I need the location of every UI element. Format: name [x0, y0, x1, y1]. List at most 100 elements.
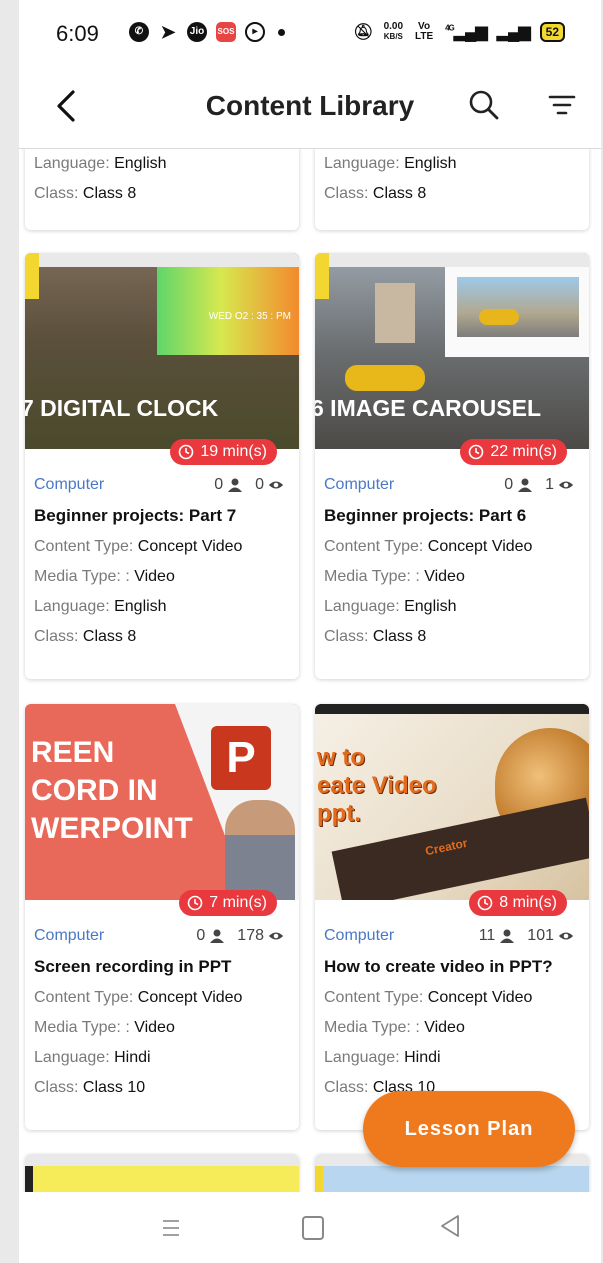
card-media-type: Media Type: : Video: [34, 568, 175, 585]
card-language: Language: Hindi: [34, 1049, 151, 1066]
thumbnail-clock-text: WED O2 : 35 : PM: [208, 311, 291, 322]
user-icon: [500, 929, 515, 943]
lesson-plan-button[interactable]: Lesson Plan: [363, 1091, 575, 1167]
subject-label: Computer: [324, 476, 395, 493]
thumbnail-title: 6 IMAGE CAROUSEL: [315, 395, 542, 421]
video-thumbnail[interactable]: WED O2 : 35 : PM 7 DIGITAL CLOCK: [25, 253, 299, 449]
clock-icon: [469, 444, 484, 460]
card-language: Language: English: [34, 155, 167, 172]
battery-icon: 52: [539, 22, 565, 42]
notification-icons: ✆ ➤ Jio SOS ▸: [129, 22, 285, 42]
card-class: Class: Class 10: [34, 1079, 146, 1096]
video-thumbnail[interactable]: w to eate Video ppt. Creator: [315, 704, 589, 900]
filter-icon[interactable]: [547, 90, 577, 120]
subject-label: Computer: [324, 927, 395, 944]
subject-label: Computer: [34, 927, 105, 944]
recent-apps-icon[interactable]: [162, 1218, 180, 1238]
status-bar: 6:09 ✆ ➤ Jio SOS ▸ 🔕︎ 0.00 KB/S Vo LTE 4…: [19, 0, 601, 68]
card-content-type: Content Type: Concept Video: [324, 989, 533, 1006]
card-title: Beginner projects: Part 6: [324, 506, 527, 525]
eye-icon: [558, 481, 574, 489]
powerpoint-logo: P: [211, 726, 271, 790]
duration-badge: 7 min(s): [179, 890, 277, 916]
card-language: Language: Hindi: [324, 1049, 441, 1066]
thumbnail-title: 7 DIGITAL CLOCK: [25, 395, 219, 421]
card-stats: 0 1: [504, 476, 574, 494]
eye-icon: [558, 932, 574, 940]
card-stats: 0 178: [196, 927, 284, 945]
content-card-partial[interactable]: Language: English Class: Class 8: [25, 149, 299, 230]
users-count: 0: [214, 476, 224, 493]
thumbnail-title: w to eate Video ppt.: [317, 744, 437, 827]
thumbnail-preview-window: [445, 267, 589, 357]
eye-icon: [268, 932, 284, 940]
net-speed-value: 0.00: [383, 21, 404, 32]
content-card[interactable]: 6 IMAGE CAROUSEL 22 min(s) Computer 0 1 …: [315, 253, 589, 679]
card-stats: 11 101: [479, 927, 574, 945]
phone-screen: 6:09 ✆ ➤ Jio SOS ▸ 🔕︎ 0.00 KB/S Vo LTE 4…: [19, 0, 601, 1263]
thumbnail-title: REEN CORD IN WERPOINT: [31, 736, 193, 845]
presenter-photo: [225, 800, 295, 900]
card-stats: 0 0: [214, 476, 284, 494]
users-count: 0: [504, 476, 514, 493]
content-card[interactable]: w to eate Video ppt. Creator 8 min(s) Co…: [315, 704, 589, 1130]
duration-text: 19 min(s): [200, 443, 267, 460]
users-count: 11: [478, 927, 496, 944]
telegram-icon: ➤: [160, 22, 176, 42]
status-indicators: 🔕︎ 0.00 KB/S Vo LTE 4G▂▄▆ ▂▄▆ 52: [353, 22, 565, 42]
app-bar: Content Library: [19, 68, 601, 149]
card-content-type: Content Type: Concept Video: [34, 538, 243, 555]
volte-icon: Vo LTE: [414, 21, 434, 42]
user-icon: [210, 929, 225, 943]
card-class: Class: Class 8: [324, 185, 427, 202]
clock-icon: [179, 444, 194, 460]
duration-badge: 22 min(s): [460, 439, 567, 465]
user-icon: [518, 478, 533, 492]
card-media-type: Media Type: : Video: [324, 1019, 465, 1036]
play-icon: ▸: [245, 22, 265, 42]
card-content-type: Content Type: Concept Video: [34, 989, 243, 1006]
signal-4g-icon: 4G▂▄▆: [445, 23, 488, 41]
card-class: Class: Class 8: [324, 628, 427, 645]
duration-text: 7 min(s): [209, 894, 267, 911]
search-icon[interactable]: [467, 88, 501, 122]
card-title: Beginner projects: Part 7: [34, 506, 237, 525]
card-class: Class: Class 8: [34, 185, 137, 202]
card-media-type: Media Type: : Video: [324, 568, 465, 585]
views-count: 101: [527, 927, 554, 944]
duration-text: 22 min(s): [490, 443, 557, 460]
card-language: Language: English: [324, 598, 457, 615]
net-speed-unit: KB/S: [383, 32, 403, 41]
user-icon: [228, 478, 243, 492]
views-count: 0: [255, 476, 264, 493]
views-count: 1: [545, 476, 554, 493]
content-card[interactable]: P REEN CORD IN WERPOINT 7 min(s) Compute…: [25, 704, 299, 1130]
net-speed: 0.00 KB/S: [384, 22, 403, 42]
content-card[interactable]: WED O2 : 35 : PM 7 DIGITAL CLOCK 19 min(…: [25, 253, 299, 679]
users-count: 0: [196, 927, 206, 944]
home-icon[interactable]: [302, 1216, 324, 1240]
card-title: Screen recording in PPT: [34, 957, 232, 976]
subject-label: Computer: [34, 476, 105, 493]
card-media-type: Media Type: : Video: [34, 1019, 175, 1036]
video-thumbnail[interactable]: P REEN CORD IN WERPOINT: [25, 704, 299, 900]
signal-icon: ▂▄▆: [496, 24, 531, 41]
clock-icon: [477, 895, 493, 911]
eye-icon: [268, 481, 284, 489]
whatsapp-icon: ✆: [129, 22, 149, 42]
thumbnail-preview-window: WED O2 : 35 : PM: [157, 267, 299, 355]
content-card-partial[interactable]: Language: English Class: Class 8: [315, 149, 589, 230]
video-thumbnail[interactable]: 6 IMAGE CAROUSEL: [315, 253, 589, 449]
mute-icon: 🔕︎: [353, 24, 374, 41]
content-card-partial[interactable]: [25, 1154, 299, 1192]
sos-icon: SOS: [216, 22, 236, 42]
card-content-type: Content Type: Concept Video: [324, 538, 533, 555]
status-time: 6:09: [56, 21, 99, 46]
clock-icon: [187, 895, 203, 911]
more-notifications-dot-icon: [278, 28, 285, 36]
duration-badge: 8 min(s): [469, 890, 567, 916]
system-nav-bar: [19, 1192, 601, 1263]
card-language: Language: English: [324, 155, 457, 172]
system-back-icon[interactable]: [439, 1214, 461, 1238]
duration-badge: 19 min(s): [170, 439, 277, 465]
